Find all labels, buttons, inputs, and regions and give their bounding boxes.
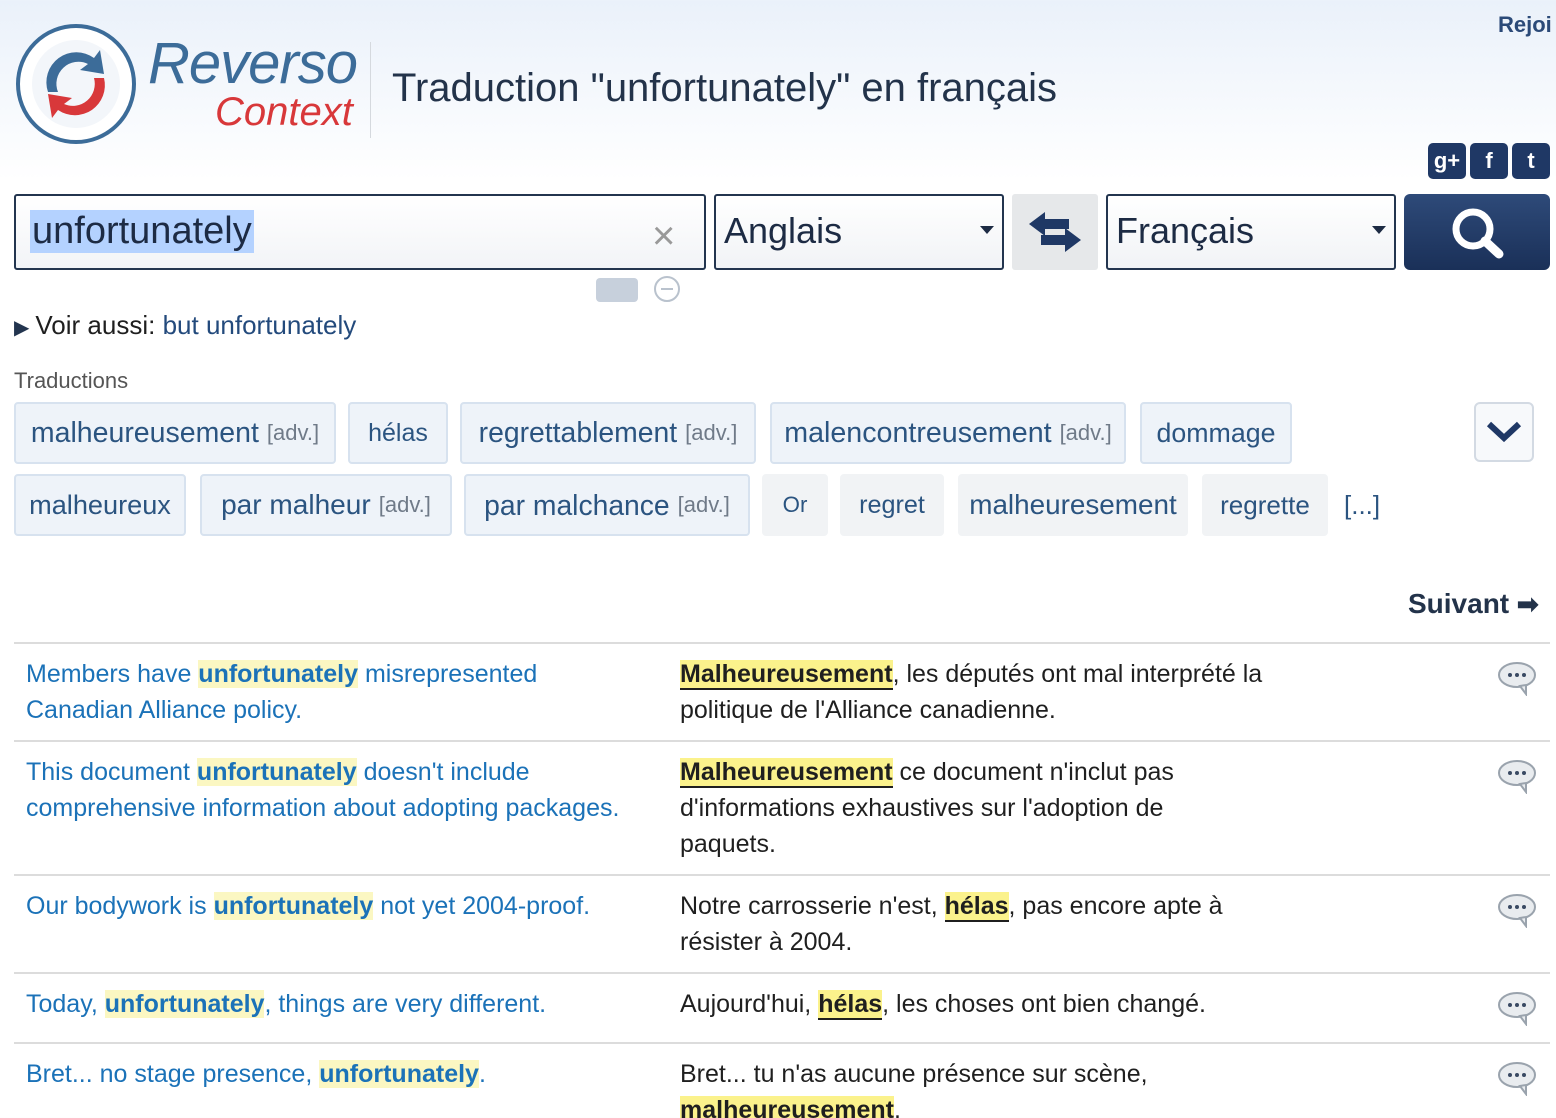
collapse-icon[interactable] — [654, 276, 680, 302]
brand-subname[interactable]: Context — [215, 90, 353, 135]
brand-name[interactable]: Reverso — [148, 30, 358, 97]
translation-chip[interactable]: hélas — [348, 402, 448, 464]
arrow-right-icon: ➡ — [1516, 589, 1539, 619]
chevron-down-icon — [1486, 421, 1522, 443]
translation-chip[interactable]: regrettablement [adv.] — [460, 402, 756, 464]
translation-chip[interactable]: malheuresement — [958, 474, 1188, 536]
source-language-select[interactable]: Anglais — [714, 194, 1004, 270]
see-also-label: Voir aussi: — [35, 310, 156, 340]
speech-bubble-icon[interactable] — [1496, 892, 1538, 928]
speech-bubble-icon[interactable] — [1496, 660, 1538, 696]
chevron-down-icon — [1372, 226, 1386, 234]
search-box: unfortunately × — [14, 194, 706, 270]
row-divider — [14, 740, 1550, 742]
example-source: Bret... no stage presence, unfortunately… — [26, 1060, 486, 1088]
keyboard-icon[interactable] — [596, 278, 638, 302]
example-target: Malheureusement, les députés ont mal int… — [680, 660, 1263, 724]
reverso-logo-icon[interactable] — [14, 22, 138, 146]
translation-chip[interactable]: malencontreusement [adv.] — [770, 402, 1126, 464]
translation-chip[interactable]: par malheur [adv.] — [200, 474, 452, 536]
search-button[interactable] — [1404, 194, 1550, 270]
expand-translations-button[interactable] — [1474, 402, 1534, 462]
facebook-icon[interactable]: f — [1470, 143, 1508, 179]
search-icon — [1452, 208, 1504, 259]
clear-icon[interactable]: × — [652, 214, 675, 259]
translation-chip[interactable]: par malchance [adv.] — [464, 474, 750, 536]
swap-languages-button[interactable] — [1012, 194, 1098, 270]
translations-label: Traductions — [14, 368, 129, 393]
translation-chip[interactable]: regrette — [1202, 474, 1328, 536]
example-source: Today, unfortunately, things are very di… — [26, 990, 547, 1018]
chevron-down-icon — [980, 226, 994, 234]
row-divider — [14, 874, 1550, 876]
twitter-icon[interactable]: t — [1512, 143, 1550, 179]
example-source: Members have unfortunately misrepresente… — [26, 660, 538, 724]
page-title: Traduction "unfortunately" en français — [392, 66, 1058, 110]
example-source: Our bodywork is unfortunately not yet 20… — [26, 892, 591, 920]
speech-bubble-icon[interactable] — [1496, 758, 1538, 794]
example-source: This document unfortunately doesn't incl… — [26, 758, 620, 822]
speech-bubble-icon[interactable] — [1496, 1060, 1538, 1096]
translation-chip[interactable]: dommage — [1140, 402, 1292, 464]
row-divider — [14, 642, 1550, 644]
example-target: Bret... tu n'as aucune présence sur scèn… — [680, 1056, 1200, 1118]
social-share-bar: g+ f t — [1428, 143, 1550, 179]
translation-chip[interactable]: malheureux — [14, 474, 186, 536]
example-target: Malheureusement ce document n'inclut pas… — [680, 758, 1174, 858]
next-page-label: Suivant — [1408, 588, 1510, 619]
target-language-select[interactable]: Français — [1106, 194, 1396, 270]
header-divider — [370, 42, 371, 138]
next-page-link[interactable]: Suivant ➡ — [1408, 588, 1539, 620]
example-target: Aujourd'hui, hélas, les choses ont bien … — [680, 990, 1206, 1020]
google-plus-icon[interactable]: g+ — [1428, 143, 1466, 179]
source-language-label: Anglais — [724, 210, 843, 251]
row-divider — [14, 1042, 1550, 1044]
join-link[interactable]: Rejoi — [1498, 12, 1552, 38]
row-divider — [14, 972, 1550, 974]
triangle-right-icon: ▶ — [14, 317, 30, 339]
translation-chip[interactable]: regret — [840, 474, 944, 536]
see-also: ▶ Voir aussi: but unfortunately — [14, 310, 356, 341]
translation-chip[interactable]: Or — [762, 474, 828, 536]
more-translations-link[interactable]: [...] — [1344, 490, 1380, 521]
translation-chip[interactable]: malheureusement [adv.] — [14, 402, 336, 464]
example-target: Notre carrosserie n'est, hélas, pas enco… — [680, 892, 1223, 956]
swap-arrows-icon — [1029, 212, 1081, 252]
search-input[interactable]: unfortunately — [30, 210, 254, 253]
target-language-label: Français — [1116, 210, 1255, 251]
see-also-link[interactable]: but unfortunately — [163, 310, 357, 340]
speech-bubble-icon[interactable] — [1496, 990, 1538, 1026]
